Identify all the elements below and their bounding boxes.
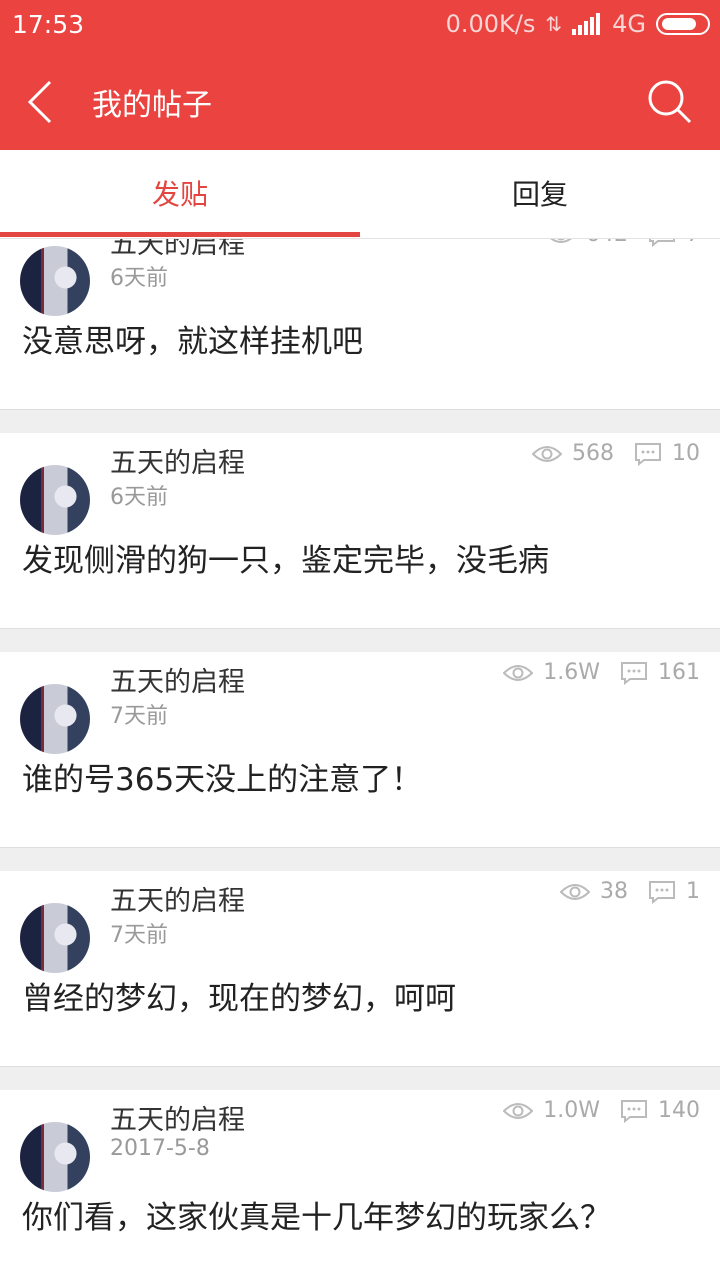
author-name: 五天的启程 [110, 448, 245, 479]
status-time: 17:53 [12, 10, 85, 39]
comments-stat: 7 [648, 239, 700, 247]
active-tab-indicator [0, 232, 360, 237]
post-time: 7天前 [110, 704, 168, 729]
post-text[interactable]: 没意思呀，就这样挂机吧 [22, 316, 363, 361]
comments-stat: 10 [634, 441, 700, 466]
eye-icon [550, 239, 572, 243]
views-stat: 1.0W [503, 1098, 600, 1123]
comment-icon [635, 442, 661, 466]
eye-icon [503, 1102, 534, 1119]
views-count: 38 [600, 879, 628, 904]
status-right: 0.00K/s ⇅ 4G [436, 10, 710, 38]
comment-icon [621, 1099, 647, 1123]
post-text[interactable]: 曾经的梦幻，现在的梦幻，呵呵 [22, 973, 456, 1018]
views-stat: 642 [546, 239, 628, 247]
network-type: 4G [612, 10, 646, 38]
status-bar: 17:53 0.00K/s ⇅ 4G [0, 0, 720, 52]
comments-count: 161 [658, 660, 700, 685]
avatar[interactable] [20, 903, 90, 973]
comments-stat: 140 [620, 1098, 700, 1123]
views-stat: 38 [560, 879, 628, 904]
comments-count: 10 [672, 441, 700, 466]
post-text[interactable]: 发现侧滑的狗一只，鉴定完毕，没毛病 [22, 535, 549, 580]
tab-replies[interactable]: 回复 [360, 150, 720, 239]
post-card[interactable]: 五天的启程 2017-5-8 1.0W 140 你们看，这家伙真是十几年梦幻的玩… [0, 1090, 720, 1280]
post-text[interactable]: 谁的号365天没上的注意了！ [22, 754, 422, 799]
comment-icon [649, 880, 675, 904]
views-stat: 568 [532, 441, 614, 466]
avatar[interactable] [20, 465, 90, 535]
nav-bar: 我的帖子 [0, 52, 720, 150]
eye-icon [503, 664, 534, 681]
avatar[interactable] [20, 1122, 90, 1192]
avatar[interactable] [20, 684, 90, 754]
page-title: 我的帖子 [92, 88, 212, 123]
post-card[interactable]: 五天的启程 7天前 1.6W 161 谁的号365天没上的注意了！ [0, 652, 720, 848]
post-time: 6天前 [110, 266, 168, 291]
post-stats: 38 1 [540, 879, 700, 904]
post-time: 6天前 [110, 485, 168, 510]
views-count: 642 [586, 239, 628, 247]
battery-icon [656, 13, 710, 35]
post-stats: 1.0W 140 [483, 1098, 700, 1123]
data-transfer-icon: ⇅ [545, 12, 563, 36]
tab-posts[interactable]: 发贴 [0, 150, 360, 239]
network-speed: 0.00K/s [445, 10, 536, 38]
eye-icon [560, 883, 590, 900]
author-name: 五天的启程 [110, 1105, 245, 1136]
comment-icon [621, 661, 647, 685]
post-time: 2017-5-8 [110, 1136, 210, 1161]
post-card[interactable]: 五天的启程 7天前 38 1 曾经的梦幻，现在的梦幻，呵呵 [0, 871, 720, 1067]
signal-icon [572, 13, 602, 35]
post-time: 7天前 [110, 923, 168, 948]
comment-icon [649, 239, 675, 247]
search-icon[interactable] [646, 78, 692, 124]
author-name: 五天的启程 [110, 886, 245, 917]
post-card[interactable]: 五天的启程 6天前 642 7 没意思呀，就这样挂机吧 [0, 239, 720, 410]
views-count: 1.0W [543, 1098, 600, 1123]
post-stats: 642 7 [526, 239, 700, 247]
author-name: 五天的启程 [110, 667, 245, 698]
comments-count: 140 [658, 1098, 700, 1123]
comments-count: 1 [686, 879, 700, 904]
views-stat: 1.6W [503, 660, 600, 685]
comments-count: 7 [686, 239, 700, 247]
avatar[interactable] [20, 246, 90, 316]
post-card[interactable]: 五天的启程 6天前 568 10 发现侧滑的狗一只，鉴定完毕，没毛病 [0, 433, 720, 629]
views-count: 568 [572, 441, 614, 466]
tab-bar: 发贴 回复 [0, 150, 720, 239]
post-text[interactable]: 你们看，这家伙真是十几年梦幻的玩家么？ [22, 1192, 611, 1237]
chevron-left-icon[interactable] [22, 78, 62, 126]
comments-stat: 161 [620, 660, 700, 685]
post-stats: 1.6W 161 [483, 660, 700, 685]
post-stats: 568 10 [512, 441, 700, 466]
author-name: 五天的启程 [110, 239, 245, 260]
comments-stat: 1 [648, 879, 700, 904]
views-count: 1.6W [543, 660, 600, 685]
eye-icon [532, 445, 562, 462]
app-header: 17:53 0.00K/s ⇅ 4G 我的帖子 [0, 0, 720, 150]
post-list: 五天的启程 6天前 642 7 没意思呀，就这样挂机吧 五天的启程 6天前 56… [0, 239, 720, 1280]
